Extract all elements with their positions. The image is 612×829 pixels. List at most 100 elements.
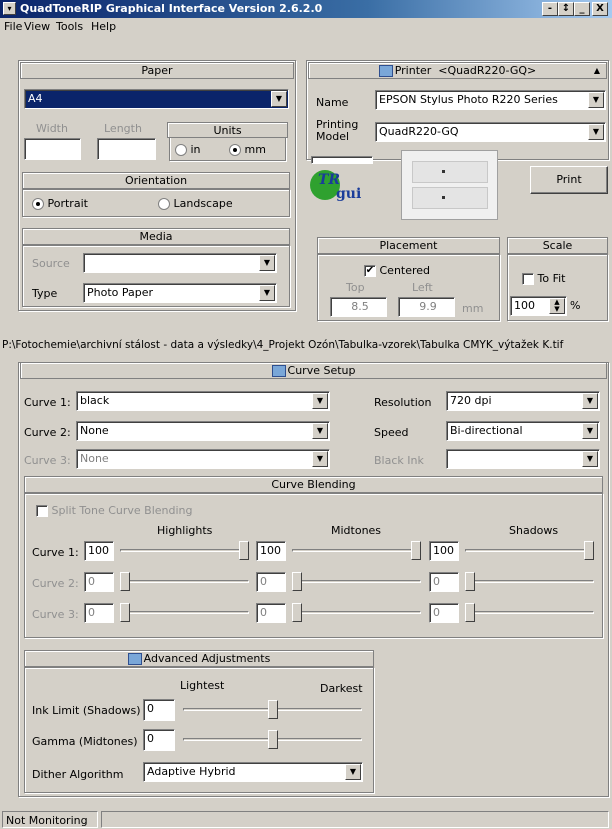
spinner-icon[interactable]: ▲ ▼ [549,298,565,314]
slider-thumb[interactable] [465,603,475,622]
unit-mm-option[interactable]: mm [229,143,266,156]
system-menu-icon[interactable]: ▾ [3,2,16,15]
radio-mm[interactable] [229,144,241,156]
landscape-option[interactable]: Landscape [158,197,233,210]
dropdown-arrow-icon[interactable]: ▼ [271,91,287,107]
blend-slider-h[interactable] [118,603,251,623]
unit-in-option[interactable]: in [175,143,201,156]
shadows-label: Shadows [509,524,559,537]
menu-help[interactable]: Help [91,20,116,33]
blend-slider-h[interactable] [118,541,251,561]
left-input[interactable]: 9.9 [398,297,455,317]
blend-row-label: Curve 3: [32,608,79,621]
dropdown-arrow-icon[interactable]: ▼ [588,124,604,140]
slider-thumb[interactable] [584,541,594,560]
blend-input-m[interactable]: 0 [256,572,286,592]
print-button[interactable]: Print [530,166,608,194]
printing-model-select[interactable]: QuadR220-GQ ▼ [375,122,606,142]
dropdown-arrow-icon[interactable]: ▼ [588,92,604,108]
paper-size-select[interactable]: A4 ▼ [24,89,289,109]
curve1-select[interactable]: black ▼ [76,391,330,411]
printer-name-select[interactable]: EPSON Stylus Photo R220 Series ▼ [375,90,606,110]
blend-input-h[interactable]: 0 [84,603,114,623]
portrait-option[interactable]: Portrait [32,197,88,210]
scale-input[interactable]: 100 ▲ ▼ [510,296,567,316]
dropdown-arrow-icon[interactable]: ▼ [582,423,598,439]
radio-landscape[interactable] [158,198,170,210]
split-tone-checkbox[interactable] [36,505,48,517]
dither-label: Dither Algorithm [32,768,124,781]
dropdown-arrow-icon[interactable]: ▼ [582,451,598,467]
resolution-select[interactable]: 720 dpi ▼ [446,391,600,411]
split-tone-option[interactable]: Split Tone Curve Blending [36,504,193,517]
blend-input-m[interactable]: 100 [256,541,286,561]
dropdown-arrow-icon[interactable]: ▼ [582,393,598,409]
slider-thumb[interactable] [120,572,130,591]
blend-slider-s[interactable] [463,603,596,623]
curve-setup-header: Curve Setup [20,362,607,379]
top-input[interactable]: 8.5 [330,297,387,317]
blend-slider-m[interactable] [290,603,423,623]
collapse-arrow-icon[interactable]: ▲ [594,63,600,78]
curve2-select[interactable]: None ▼ [76,421,330,441]
lightest-label: Lightest [180,679,225,692]
blend-slider-s[interactable] [463,541,596,561]
slider-thumb[interactable] [411,541,421,560]
dropdown-arrow-icon[interactable]: ▼ [259,255,275,271]
printer-name-value: EPSON Stylus Photo R220 Series [379,93,558,106]
ink-limit-slider[interactable] [181,700,364,720]
blend-input-s[interactable]: 100 [429,541,459,561]
blend-input-s[interactable]: 0 [429,603,459,623]
menu-bar: File View Tools Help [0,18,612,35]
slider-thumb[interactable] [267,700,278,719]
ink-limit-input[interactable]: 0 [143,699,175,721]
blend-input-s[interactable]: 0 [429,572,459,592]
to-fit-checkbox[interactable] [522,273,534,285]
window-button-restore-icon[interactable]: - [542,2,558,16]
length-input[interactable] [97,138,156,160]
menu-view[interactable]: View [24,20,50,33]
slider-thumb[interactable] [465,572,475,591]
dropdown-arrow-icon[interactable]: ▼ [312,451,328,467]
source-select[interactable]: ▼ [83,253,277,273]
blend-slider-s[interactable] [463,572,596,592]
curve3-select[interactable]: None ▼ [76,449,330,469]
close-button[interactable]: X [592,2,608,16]
slider-thumb[interactable] [292,572,302,591]
to-fit-label: To Fit [537,272,566,285]
to-fit-option[interactable]: To Fit [522,272,565,285]
blend-input-m[interactable]: 0 [256,603,286,623]
highlights-label: Highlights [157,524,213,537]
minimize-button[interactable]: _ [574,2,590,16]
blend-slider-h[interactable] [118,572,251,592]
menu-tools[interactable]: Tools [56,20,83,33]
slider-thumb[interactable] [120,603,130,622]
dropdown-arrow-icon[interactable]: ▼ [259,285,275,301]
centered-checkbox[interactable]: ✔ [364,265,376,277]
radio-portrait[interactable] [32,198,44,210]
status-panel [101,811,609,828]
blend-slider-m[interactable] [290,572,423,592]
dropdown-arrow-icon[interactable]: ▼ [312,423,328,439]
resolution-label: Resolution [374,396,432,409]
slider-thumb[interactable] [239,541,249,560]
blend-input-h[interactable]: 100 [84,541,114,561]
blend-input-h[interactable]: 0 [84,572,114,592]
black-ink-select[interactable]: ▼ [446,449,600,469]
blend-slider-m[interactable] [290,541,423,561]
centered-option[interactable]: ✔ Centered [364,264,430,277]
slider-thumb[interactable] [267,730,278,749]
width-input[interactable] [24,138,81,160]
dropdown-arrow-icon[interactable]: ▼ [345,764,361,780]
gamma-slider[interactable] [181,730,364,750]
gamma-input[interactable]: 0 [143,729,175,751]
speed-select[interactable]: Bi-directional ▼ [446,421,600,441]
type-select[interactable]: Photo Paper ▼ [83,283,277,303]
menu-file[interactable]: File [4,20,22,33]
dither-select[interactable]: Adaptive Hybrid ▼ [143,762,363,782]
dropdown-arrow-icon[interactable]: ▼ [312,393,328,409]
radio-in[interactable] [175,144,187,156]
advanced-header: Advanced Adjustments [24,650,374,667]
window-button-resize-icon[interactable]: ↕ [558,2,574,16]
slider-thumb[interactable] [292,603,302,622]
